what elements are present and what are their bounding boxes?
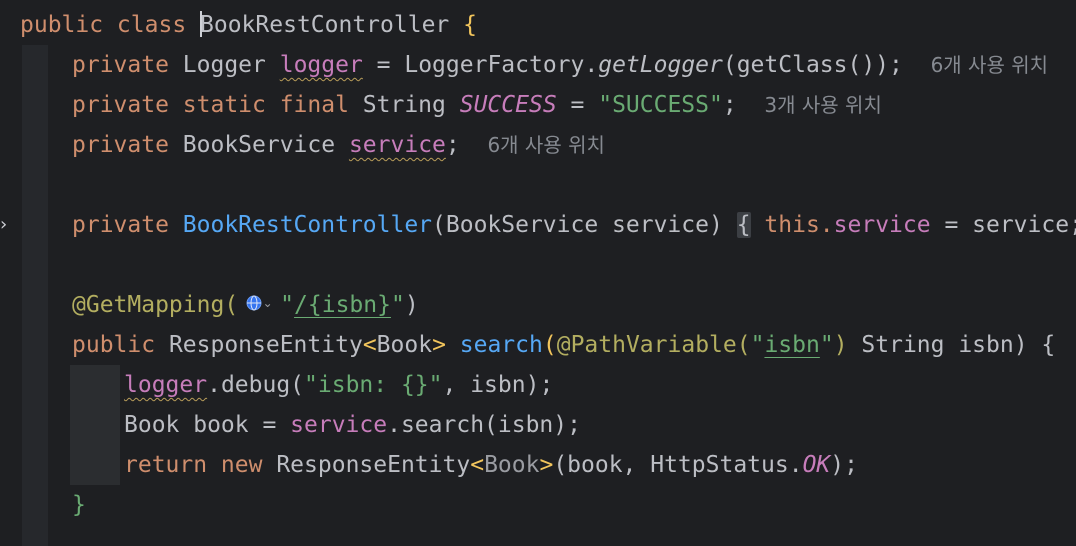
field-name: logger — [279, 52, 363, 78]
type-name: ResponseEntity — [276, 452, 471, 478]
code-line-1[interactable]: public class BookRestController { — [20, 5, 477, 45]
string-literal: "isbn: {}" — [304, 372, 443, 398]
field-name: service — [290, 412, 388, 438]
code-editor[interactable]: › public class BookRestController { priv… — [0, 0, 1076, 546]
assignment: = service; — [930, 212, 1076, 238]
type-name: String — [362, 92, 460, 118]
string-quote: " — [390, 292, 405, 318]
generic-type: Book — [484, 452, 540, 478]
code-line-8[interactable]: logger.debug("isbn: {}", isbn); — [124, 365, 553, 405]
string-quote: " — [819, 332, 834, 358]
constructor-name: BookRestController — [182, 212, 433, 238]
close-brace: } — [72, 492, 86, 518]
text-cursor — [200, 10, 203, 37]
close-paren: ) — [833, 332, 848, 358]
parameters: String isbn) { — [847, 332, 1056, 358]
editor-gutter[interactable]: › — [0, 0, 14, 546]
string-quote: " — [750, 332, 765, 358]
code-line-9[interactable]: Book book = service.search(isbn); — [124, 405, 581, 445]
generic-close: > — [432, 332, 460, 358]
keyword: private — [72, 52, 183, 78]
parameters: (BookService service) — [432, 212, 723, 238]
string-literal: "SUCCESS" — [598, 92, 723, 118]
code-line-2[interactable]: private Logger logger = LoggerFactory.ge… — [72, 45, 1048, 85]
usage-hint[interactable]: 6개 사용 위치 — [487, 133, 604, 157]
url-path[interactable]: /{isbn} — [294, 292, 391, 318]
open-paren: ( — [542, 332, 557, 358]
generic-open: < — [470, 452, 485, 478]
statement-end: ); — [830, 452, 858, 478]
code-line-3[interactable]: private static final String SUCCESS = "S… — [72, 85, 882, 125]
static-method: getLogger — [598, 52, 723, 78]
usage-hint[interactable]: 6개 사용 위치 — [931, 53, 1048, 77]
chevron-right-icon[interactable]: › — [0, 214, 7, 235]
keyword: private — [72, 132, 183, 158]
call-args: (getClass()); — [722, 52, 903, 78]
type-name: Logger — [182, 52, 280, 78]
code-line-4[interactable]: private BookService service; 6개 사용 위치 — [72, 125, 605, 165]
field-name: service — [348, 132, 446, 158]
keyword: return new — [124, 452, 277, 478]
type-name: ResponseEntity — [168, 332, 363, 358]
semicolon: ; — [722, 92, 737, 118]
keyword: public — [72, 332, 169, 358]
code-line-10[interactable]: return new ResponseEntity<Book>(book, Ht… — [124, 445, 858, 485]
usage-hint[interactable]: 3개 사용 위치 — [764, 93, 881, 117]
field-name: service — [833, 212, 931, 238]
semicolon: ; — [445, 132, 460, 158]
indent-guide — [22, 45, 48, 546]
keyword: private static final — [72, 92, 363, 118]
method-call: .search(isbn); — [387, 412, 581, 438]
call-args: (book, HttpStatus. — [553, 452, 803, 478]
call-args: , isbn); — [442, 372, 554, 398]
keyword: private — [72, 212, 183, 238]
code-line-11[interactable]: } — [72, 485, 86, 525]
generic-close: > — [539, 452, 554, 478]
generic-open: < — [362, 332, 377, 358]
this-keyword: this. — [764, 212, 834, 238]
method-call: .debug( — [207, 372, 305, 398]
open-brace: { — [449, 12, 477, 38]
annotation: @PathVariable( — [556, 332, 751, 358]
code-line-7[interactable]: public ResponseEntity<Book> search(@Path… — [72, 325, 1055, 365]
constant-name: SUCCESS — [459, 92, 557, 118]
scope-highlight — [70, 365, 120, 485]
code-line-5[interactable]: private BookRestController(BookService s… — [72, 205, 1076, 245]
annotation: @GetMapping( — [72, 292, 239, 318]
chevron-down-icon: ⌄ — [262, 295, 273, 310]
class-ref: LoggerFactory. — [404, 52, 599, 78]
code-line-6[interactable]: @GetMapping( ⌄ "/{isbn}") — [72, 285, 419, 325]
close-paren: ) — [404, 292, 419, 318]
string-quote: " — [280, 292, 295, 318]
class-name: BookRestController — [200, 12, 450, 38]
keyword: public class — [20, 12, 201, 38]
generic-type: Book — [376, 332, 433, 358]
globe-icon — [246, 295, 262, 311]
path-variable-name[interactable]: isbn — [764, 332, 819, 358]
enum-constant: OK — [802, 452, 831, 478]
declaration: Book book = — [124, 412, 291, 438]
endpoint-chip[interactable]: ⌄ — [238, 292, 280, 316]
operator: = — [556, 92, 599, 118]
folded-open-brace[interactable]: { — [736, 212, 751, 238]
field-name: logger — [124, 372, 208, 398]
operator: = — [362, 52, 405, 78]
method-name: search — [459, 332, 543, 358]
type-name: BookService — [182, 132, 349, 158]
